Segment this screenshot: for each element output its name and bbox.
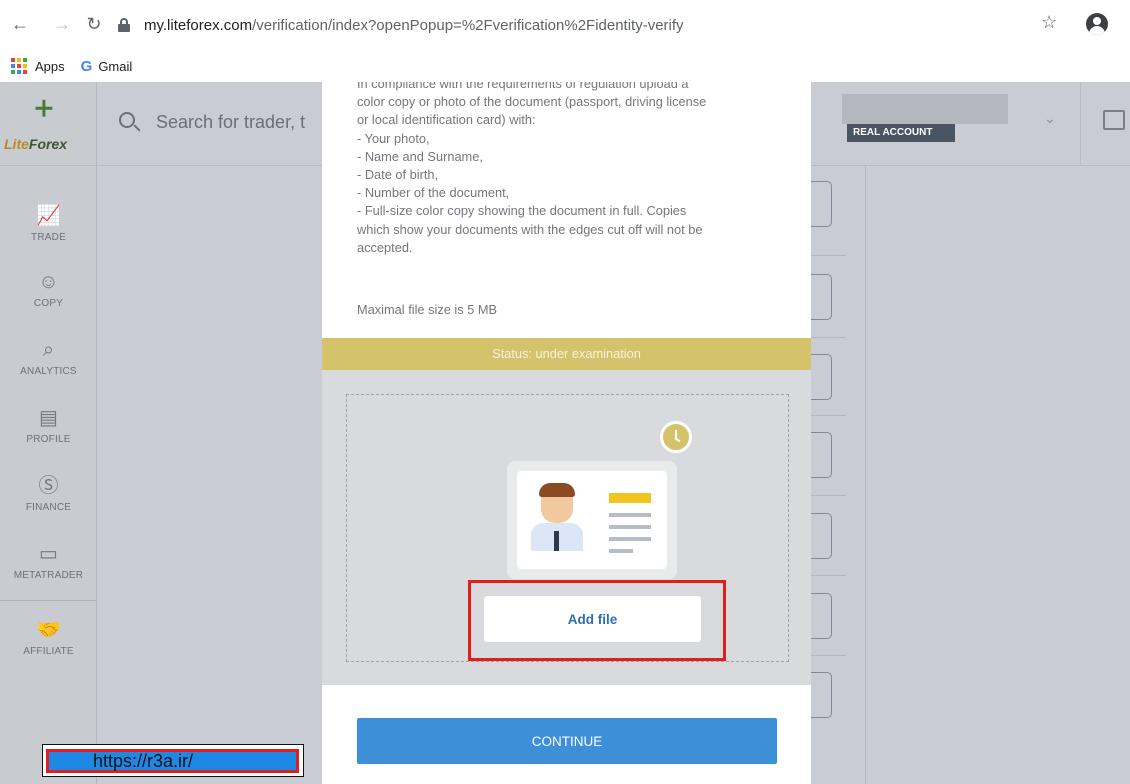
file-dropzone[interactable]: Add file	[346, 394, 789, 662]
status-banner: Status: under examination	[322, 338, 811, 370]
address-bar[interactable]: my.liteforex.com/verification/index?open…	[118, 12, 1018, 38]
bookmark-gmail[interactable]: Gmail	[98, 59, 132, 74]
lock-icon	[118, 18, 130, 32]
google-g-icon: G	[80, 57, 93, 75]
search-icon[interactable]	[119, 112, 141, 132]
watermark-link: https://r3a.ir/	[42, 744, 304, 777]
account-type-badge: REAL ACCOUNT	[847, 124, 955, 142]
window-icon: ▭	[39, 543, 58, 565]
background-field	[808, 181, 832, 227]
id-card-illustration	[507, 461, 677, 579]
upload-area: Add file	[322, 370, 811, 685]
instructions-line: accepted.	[357, 239, 413, 255]
sidebar-item-label: PROFILE	[26, 434, 71, 445]
chat-icon[interactable]	[1103, 110, 1125, 130]
instructions-line: - Number of the document,	[357, 185, 510, 201]
sidebar-item-label: ANALYTICS	[20, 366, 77, 377]
background-divider	[808, 575, 846, 576]
background-divider	[808, 655, 846, 656]
sidebar: ✕ LiteForex 📈 TRADE ☺ COPY ⌕ ANALYTICS ▤…	[0, 82, 97, 784]
instructions-line: which show your documents with the edges…	[357, 221, 703, 237]
background-field	[808, 354, 832, 400]
bookmarks-bar: Apps G Gmail	[0, 50, 1130, 82]
sidebar-item-label: AFFILIATE	[23, 646, 74, 657]
continue-button[interactable]: CONTINUE	[357, 718, 777, 764]
logo-text: LiteForex	[4, 136, 68, 152]
header-divider	[1080, 82, 1081, 166]
bookmark-star-icon[interactable]: ☆	[1041, 12, 1057, 33]
instructions-line: or local identification card) with:	[357, 112, 536, 128]
watermark-text: https://r3a.ir/	[46, 749, 299, 773]
sidebar-item-label: COPY	[33, 298, 64, 309]
chart-icon: 📈	[36, 205, 61, 227]
instructions-line: - Your photo,	[357, 130, 430, 146]
instructions-line: - Name and Surname,	[357, 148, 483, 164]
dollar-icon: Ⓢ	[38, 475, 59, 497]
instructions-line: - Date of birth,	[357, 167, 439, 183]
browser-toolbar: ← → ↻ my.liteforex.com/verification/inde…	[0, 0, 1130, 50]
instructions-line: - Full-size color copy showing the docum…	[357, 203, 687, 219]
reload-icon[interactable]: ↻	[84, 14, 104, 34]
chevron-down-icon[interactable]: ⌄	[1044, 110, 1056, 127]
background-divider	[808, 415, 846, 416]
trader-icon: ☺	[38, 271, 59, 293]
instructions-line: In compliance with the requirements of r…	[357, 82, 689, 91]
add-file-button[interactable]: Add file	[484, 596, 701, 642]
background-divider	[808, 255, 846, 256]
background-field	[808, 593, 832, 639]
sidebar-item-affiliate[interactable]: 🤝 AFFILIATE	[0, 618, 97, 657]
sidebar-item-trade[interactable]: 📈 TRADE	[0, 204, 97, 243]
handshake-icon: 🤝	[36, 619, 61, 641]
background-field	[808, 672, 832, 718]
sidebar-divider	[0, 600, 97, 601]
clock-icon	[660, 421, 692, 453]
sidebar-item-copy[interactable]: ☺ COPY	[0, 270, 97, 309]
sidebar-item-label: METATRADER	[13, 570, 84, 581]
background-field	[808, 274, 832, 320]
background-field	[808, 432, 832, 478]
instructions-line: color copy or photo of the document (pas…	[357, 94, 707, 110]
apps-grid-icon[interactable]	[11, 58, 27, 74]
background-divider	[808, 495, 846, 496]
sidebar-item-profile[interactable]: ▤ PROFILE	[0, 406, 97, 445]
search-input[interactable]: Search for trader, t	[156, 112, 305, 133]
sidebar-item-analytics[interactable]: ⌕ ANALYTICS	[0, 338, 97, 377]
address-url: my.liteforex.com/verification/index?open…	[144, 16, 684, 34]
logo[interactable]: ✕ LiteForex	[0, 82, 97, 166]
instructions-text: In compliance with the requirements of r…	[357, 82, 787, 257]
liteforex-app: ✕ LiteForex 📈 TRADE ☺ COPY ⌕ ANALYTICS ▤…	[0, 82, 1130, 784]
liteforex-logo-icon: ✕	[28, 93, 59, 125]
id-card-icon: ▤	[39, 407, 58, 429]
sidebar-item-label: TRADE	[31, 232, 66, 243]
background-divider	[808, 337, 846, 338]
bookmark-apps[interactable]: Apps	[35, 59, 65, 74]
account-name-redacted	[842, 94, 1008, 124]
analytics-icon: ⌕	[42, 339, 55, 361]
max-file-size-note: Maximal file size is 5 MB	[357, 302, 498, 317]
sidebar-item-label: FINANCE	[25, 502, 72, 513]
sidebar-item-metatrader[interactable]: ▭ METATRADER	[0, 542, 97, 581]
identity-verify-modal: In compliance with the requirements of r…	[322, 82, 811, 784]
back-arrow-icon[interactable]: ←	[10, 14, 30, 34]
background-field	[808, 513, 832, 559]
sidebar-item-finance[interactable]: Ⓢ FINANCE	[0, 474, 97, 513]
forward-arrow-icon[interactable]: →	[52, 14, 72, 34]
profile-avatar-icon[interactable]	[1086, 13, 1108, 35]
